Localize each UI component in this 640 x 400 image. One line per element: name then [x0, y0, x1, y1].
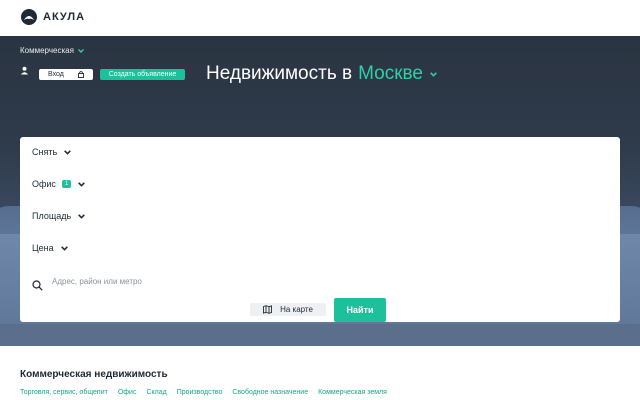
user-icon[interactable]	[20, 66, 29, 75]
category-selector[interactable]: Коммерческая	[20, 46, 85, 55]
logo[interactable]: АКУЛА	[21, 9, 85, 25]
city-selector[interactable]: Москве	[358, 63, 423, 85]
hero-background-floor	[0, 324, 640, 346]
logo-text: АКУЛА	[43, 11, 86, 23]
create-listing-button[interactable]: Создать объявление	[100, 69, 185, 80]
price-label: Цена	[32, 243, 54, 253]
category-link[interactable]: Коммерческая земля	[318, 389, 387, 396]
category-link[interactable]: Торговля, сервис, общепит	[20, 389, 108, 396]
chevron-down-icon	[64, 149, 72, 155]
show-on-map-button[interactable]: На карте	[250, 303, 326, 316]
category-link[interactable]: Свободное назначение	[232, 389, 308, 396]
chevron-down-icon	[78, 181, 86, 187]
category-link[interactable]: Офис	[118, 389, 137, 396]
login-button[interactable]: Вход	[39, 69, 93, 80]
property-type-label: Офис	[32, 179, 56, 189]
lock-icon	[78, 71, 84, 78]
chevron-down-icon	[77, 48, 84, 53]
shark-logo-icon	[21, 9, 37, 25]
area-label: Площадь	[32, 211, 72, 221]
deal-type-dropdown[interactable]: Снять	[32, 147, 72, 157]
chevron-down-icon[interactable]	[429, 70, 438, 79]
deal-type-label: Снять	[32, 147, 58, 157]
find-button[interactable]: Найти	[334, 298, 386, 322]
headline-text: Недвижимость в	[206, 63, 353, 84]
page-title: Недвижимость в Москве	[206, 63, 438, 85]
category-links: Торговля, сервис, общепит Офис Склад Про…	[20, 389, 397, 396]
login-label: Вход	[48, 71, 64, 78]
search-form: Снять Офис 1 Площадь Цена На карте	[20, 137, 620, 322]
category-label: Коммерческая	[20, 46, 74, 55]
create-listing-label: Создать объявление	[108, 71, 177, 78]
category-link[interactable]: Производство	[177, 389, 223, 396]
chevron-down-icon	[78, 213, 86, 219]
top-bar: АКУЛА	[0, 0, 640, 36]
property-type-dropdown[interactable]: Офис 1	[32, 179, 86, 189]
chevron-down-icon	[60, 245, 68, 251]
address-search-input[interactable]	[52, 274, 352, 288]
search-icon	[32, 280, 43, 291]
show-on-map-label: На карте	[280, 305, 313, 314]
category-link[interactable]: Склад	[146, 389, 166, 396]
map-icon	[263, 305, 273, 314]
section-title: Коммерческая недвижимость	[20, 369, 168, 380]
find-label: Найти	[346, 305, 374, 315]
area-dropdown[interactable]: Площадь	[32, 211, 86, 221]
selection-count-badge: 1	[61, 180, 72, 188]
price-dropdown[interactable]: Цена	[32, 243, 69, 253]
